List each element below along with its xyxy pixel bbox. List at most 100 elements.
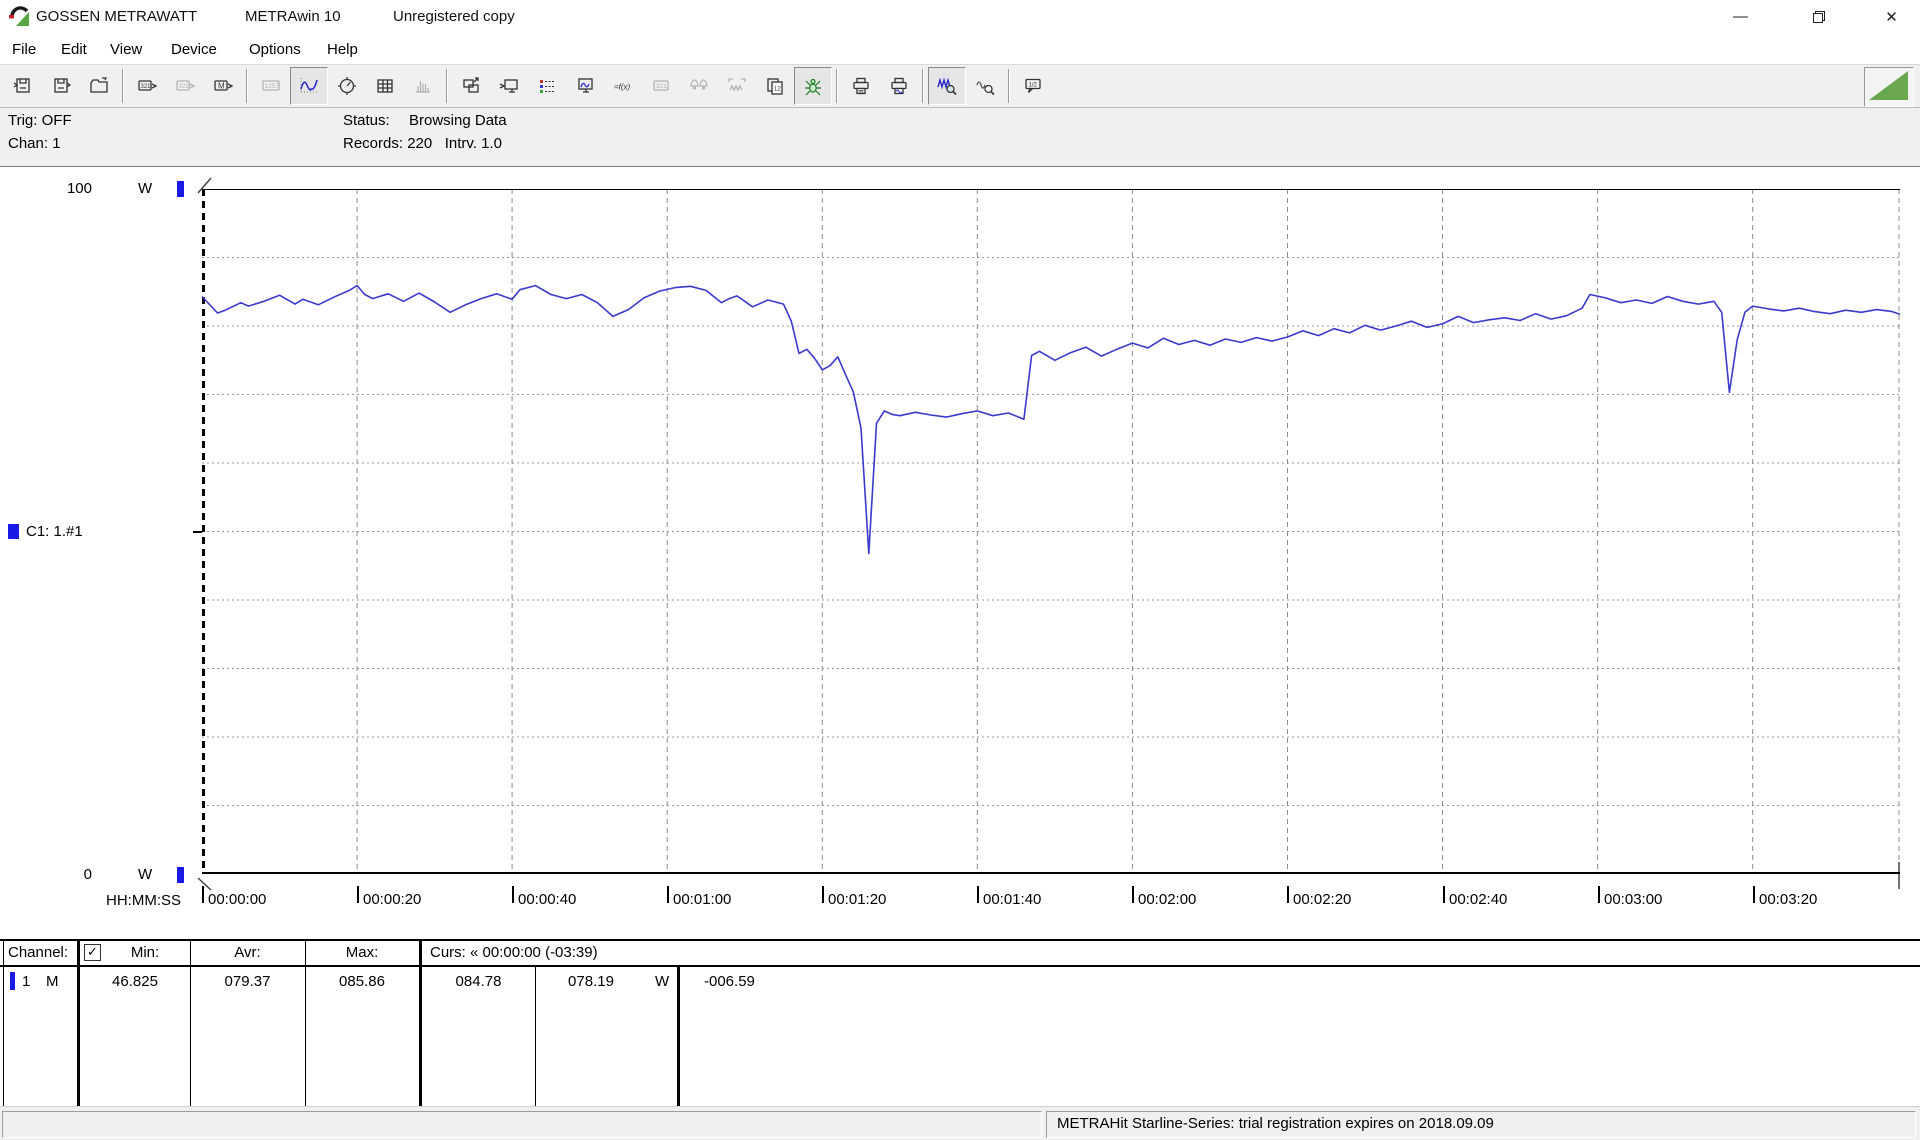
x-tick-mark xyxy=(202,886,204,903)
svg-text:=f(x): =f(x) xyxy=(614,83,631,92)
x-tick-label: 00:00:00 xyxy=(208,891,266,908)
x-tick-label: 00:01:20 xyxy=(828,891,886,908)
x-axis-format-label: HH:MM:SS xyxy=(106,892,181,909)
x-tick-mark xyxy=(512,886,514,903)
menu-edit[interactable]: Edit xyxy=(55,39,93,60)
x-tick-mark xyxy=(1287,886,1289,903)
license-text: Unregistered copy xyxy=(393,8,515,25)
simulation-mode-button[interactable] xyxy=(794,67,832,105)
online-monitor-icon xyxy=(499,76,519,96)
row-cursor-b-unit: W xyxy=(655,973,669,990)
open-setup-button[interactable] xyxy=(80,67,118,105)
alarm-limits-button xyxy=(680,67,718,105)
x-tick-mark xyxy=(1753,886,1755,903)
zoom-out-waveform-icon xyxy=(975,76,995,96)
brand-text: GOSSEN METRAWATT xyxy=(36,8,197,25)
copy-data-icon: 12 xyxy=(765,76,785,96)
y-min-unit: W xyxy=(138,866,152,883)
table-border xyxy=(0,939,1920,941)
plot-area[interactable] xyxy=(202,189,1900,874)
restore-icon xyxy=(1813,11,1824,22)
close-button[interactable]: ✕ xyxy=(1863,0,1920,33)
menu-file[interactable]: File xyxy=(6,39,42,60)
status-label: Status: xyxy=(343,112,390,129)
x-tick-label: 00:00:40 xyxy=(518,891,576,908)
device-monitor-button[interactable] xyxy=(566,67,604,105)
x-tick-mark xyxy=(667,886,669,903)
x-tick-label: 00:03:00 xyxy=(1604,891,1662,908)
lcd-display-321-icon: 321 xyxy=(651,76,671,96)
row-cursor-a-value: 084.78 xyxy=(422,973,535,990)
channel-visible-checkbox[interactable]: ✓ xyxy=(84,944,101,961)
alarm-limits-icon xyxy=(689,76,709,96)
svg-text:321: 321 xyxy=(656,83,667,90)
zoom-in-waveform-button[interactable] xyxy=(928,67,966,105)
minimize-button[interactable]: — xyxy=(1712,0,1769,33)
table-view-icon xyxy=(375,76,395,96)
menu-view[interactable]: View xyxy=(104,39,148,60)
y-max-unit: W xyxy=(138,180,152,197)
channel1-trace xyxy=(202,286,1900,554)
read-device-memory-button[interactable]: 321 xyxy=(128,67,166,105)
x-tick-label: 00:02:20 xyxy=(1293,891,1351,908)
yt-chart-view-button[interactable] xyxy=(290,67,328,105)
yt-chart-view-icon xyxy=(299,76,319,96)
col-channel-header: Channel: xyxy=(8,944,68,961)
menu-options[interactable]: Options xyxy=(243,39,307,60)
channel-settings-icon xyxy=(537,76,557,96)
row-channel-number: 1 xyxy=(22,973,30,990)
save-data-file-button[interactable] xyxy=(42,67,80,105)
records-info: Records: 220 Intrv. 1.0 xyxy=(343,135,502,152)
open-data-file-icon xyxy=(13,76,33,96)
print-report-button[interactable] xyxy=(842,67,880,105)
zoom-out-waveform-button[interactable] xyxy=(966,67,1004,105)
trial-message: METRAHit Starline-Series: trial registra… xyxy=(1047,1115,1494,1132)
status-bar: METRAHit Starline-Series: trial registra… xyxy=(0,1106,1920,1140)
y-max-label: 100 xyxy=(52,180,92,197)
row-channel-mode: M xyxy=(46,973,59,990)
row-min-value: 46.825 xyxy=(80,973,190,990)
svg-text:1/2: 1/2 xyxy=(1029,83,1038,89)
toolbar: 321321M1257=f(x)321121/2 xyxy=(0,64,1920,108)
trigger-settings-button xyxy=(718,67,756,105)
row-max-value: 085.86 xyxy=(305,973,419,990)
device-monitor-icon xyxy=(575,76,595,96)
channel-status: Chan: 1 xyxy=(8,135,61,152)
channel-marker xyxy=(8,524,19,539)
arrange-windows-button[interactable] xyxy=(452,67,490,105)
save-data-file-icon xyxy=(51,76,71,96)
status-panel-message: METRAHit Starline-Series: trial registra… xyxy=(1046,1111,1916,1138)
analog-meter-view-icon xyxy=(337,76,357,96)
restore-button[interactable] xyxy=(1790,0,1847,33)
green-triangle-icon xyxy=(1865,68,1911,104)
formula-channel-icon: =f(x) xyxy=(613,76,633,96)
status-value: Browsing Data xyxy=(409,112,507,129)
metrawin-window: GOSSEN METRAWATT METRAwin 10 Unregistere… xyxy=(0,0,1920,1140)
open-data-file-button[interactable] xyxy=(4,67,42,105)
menu-help[interactable]: Help xyxy=(321,39,364,60)
menu-device[interactable]: Device xyxy=(165,39,223,60)
app-title: METRAwin 10 xyxy=(245,8,341,25)
toolbar-separator xyxy=(1008,69,1010,103)
channel-settings-button[interactable] xyxy=(528,67,566,105)
status-panel-left xyxy=(2,1111,1042,1138)
formula-channel-button[interactable]: =f(x) xyxy=(604,67,642,105)
x-tick-mark xyxy=(822,886,824,903)
toolbar-separator xyxy=(122,69,124,103)
read-device-m-button[interactable]: M xyxy=(204,67,242,105)
title-bar: GOSSEN METRAWATT METRAwin 10 Unregistere… xyxy=(0,0,1920,34)
toolbar-separator xyxy=(446,69,448,103)
copy-data-button[interactable]: 12 xyxy=(756,67,794,105)
analog-meter-view-button[interactable] xyxy=(328,67,366,105)
table-view-button[interactable] xyxy=(366,67,404,105)
simulation-mode-icon xyxy=(803,76,823,96)
cursor-info-button[interactable]: 1/2 xyxy=(1014,67,1052,105)
print-chart-button[interactable] xyxy=(880,67,918,105)
app-logo-icon xyxy=(8,5,31,28)
info-bar: Trig: OFF Chan: 1 Status: Browsing Data … xyxy=(0,108,1920,166)
online-monitor-button[interactable] xyxy=(490,67,528,105)
col-max-header: Max: xyxy=(305,944,419,961)
cursor-info-icon: 1/2 xyxy=(1023,76,1043,96)
x-tick-label: 00:00:20 xyxy=(363,891,421,908)
y-min-label: 0 xyxy=(52,866,92,883)
